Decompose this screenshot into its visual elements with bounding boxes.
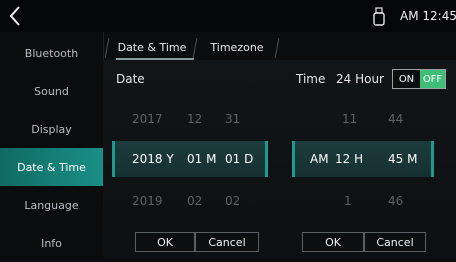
sidebar-item-label: Sound	[34, 84, 69, 98]
time-next-hour[interactable]: 1	[344, 194, 352, 208]
toggle-off-option[interactable]: OFF	[420, 70, 445, 88]
time-prev-hour[interactable]: 11	[342, 112, 357, 126]
time-format-label: 24 Hour	[336, 72, 384, 86]
sidebar-item-language[interactable]: Language	[0, 186, 103, 224]
sidebar-item-bluetooth[interactable]: Bluetooth	[0, 34, 103, 72]
sidebar-item-label: Info	[41, 236, 62, 250]
sidebar-item-display[interactable]: Display	[0, 110, 103, 148]
date-prev-month[interactable]: 12	[187, 112, 202, 126]
time-cancel-button[interactable]: Cancel	[364, 232, 426, 252]
date-cancel-button[interactable]: Cancel	[195, 232, 259, 252]
time-next-minute[interactable]: 46	[388, 194, 403, 208]
date-prev-day[interactable]: 31	[225, 112, 240, 126]
date-next-day[interactable]: 02	[225, 194, 240, 208]
date-ok-button[interactable]: OK	[135, 232, 195, 252]
sidebar-item-label: Date & Time	[17, 160, 86, 174]
tab-bar: Date & Time Timezone	[103, 34, 456, 60]
time-current-hour[interactable]: 12 H	[335, 152, 363, 166]
24-hour-toggle[interactable]: ON OFF	[392, 69, 446, 89]
time-label: Time	[296, 72, 326, 86]
date-current-year[interactable]: 2018 Y	[132, 152, 174, 166]
sidebar-item-label: Language	[24, 198, 79, 212]
status-bar	[0, 0, 456, 32]
status-clock: AM 12:45	[400, 9, 456, 23]
sidebar: Bluetooth Sound Display Date & Time Lang…	[0, 32, 104, 259]
date-next-month[interactable]: 02	[187, 194, 202, 208]
date-current-day[interactable]: 01 D	[225, 152, 253, 166]
date-next-year[interactable]: 2019	[132, 194, 163, 208]
sidebar-item-info[interactable]: Info	[0, 224, 103, 262]
back-arrow-icon	[9, 6, 20, 26]
time-current-minute[interactable]: 45 M	[388, 152, 417, 166]
sidebar-item-label: Display	[31, 122, 72, 136]
time-prev-minute[interactable]: 44	[388, 112, 403, 126]
tab-dividers	[104, 37, 280, 59]
date-current-month[interactable]: 01 M	[187, 152, 216, 166]
time-current-ampm[interactable]: AM	[310, 152, 329, 166]
date-label: Date	[116, 72, 145, 86]
back-button[interactable]	[2, 1, 30, 31]
sidebar-item-sound[interactable]: Sound	[0, 72, 103, 110]
usb-icon	[372, 7, 386, 26]
sidebar-item-label: Bluetooth	[24, 46, 79, 60]
time-ok-button[interactable]: OK	[302, 232, 364, 252]
date-prev-year[interactable]: 2017	[132, 112, 163, 126]
toggle-on-option[interactable]: ON	[393, 70, 420, 88]
sidebar-item-date-time[interactable]: Date & Time	[0, 148, 103, 186]
